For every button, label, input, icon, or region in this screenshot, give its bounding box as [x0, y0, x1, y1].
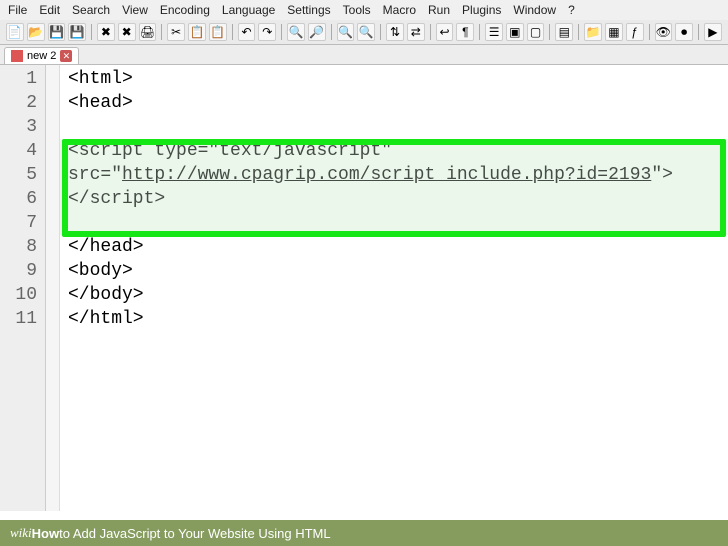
record-icon[interactable]: ⏺ [675, 23, 693, 41]
save-all-icon[interactable]: 💾 [68, 23, 86, 41]
code-line-11[interactable]: </html> [60, 307, 728, 331]
line-number: 8 [0, 235, 37, 259]
all-chars-icon[interactable]: ¶ [456, 23, 474, 41]
redo-icon[interactable]: ↷ [258, 23, 276, 41]
unfold-icon[interactable]: ▢ [527, 23, 545, 41]
toolbar-separator [161, 24, 162, 40]
toolbar-separator [549, 24, 550, 40]
toolbar: 📄📂💾💾✖✖🖨✂📋📋↶↷🔍🔎🔍🔍⇅⇄↩¶☰▣▢▤📁▦ƒ👁⏺▶ [0, 20, 728, 45]
caption-how: How [32, 526, 59, 541]
code-line-7[interactable] [60, 211, 728, 235]
menu-tools[interactable]: Tools [343, 3, 371, 17]
script-src-url: http://www.cpagrip.com/script_include.ph… [122, 165, 651, 185]
line-number: 3 [0, 115, 37, 139]
line-number-gutter: 1234567891011 [0, 65, 46, 511]
code-line-9[interactable]: <body> [60, 259, 728, 283]
code-area[interactable]: <html><head> <script type="text/javascrip… [60, 65, 728, 511]
line-number: 11 [0, 307, 37, 331]
menu-plugins[interactable]: Plugins [462, 3, 501, 17]
toolbar-separator [281, 24, 282, 40]
menu-bar: File Edit Search View Encoding Language Settin… [0, 0, 728, 20]
doc-map-icon[interactable]: ▦ [605, 23, 623, 41]
func-list-icon[interactable]: ƒ [626, 23, 644, 41]
menu-macro[interactable]: Macro [383, 3, 416, 17]
code-line-6[interactable]: </script> [60, 187, 728, 211]
line-number: 2 [0, 91, 37, 115]
toolbar-separator [698, 24, 699, 40]
open-file-icon[interactable]: 📂 [27, 23, 45, 41]
line-number: 9 [0, 259, 37, 283]
replace-icon[interactable]: 🔎 [308, 23, 326, 41]
toolbar-separator [649, 24, 650, 40]
folder-icon[interactable]: 📁 [584, 23, 602, 41]
code-line-8[interactable]: </head> [60, 235, 728, 259]
copy-icon[interactable]: 📋 [188, 23, 206, 41]
code-line-10[interactable]: </body> [60, 283, 728, 307]
close-all-icon[interactable]: ✖ [118, 23, 136, 41]
menu-settings[interactable]: Settings [287, 3, 330, 17]
menu-encoding[interactable]: Encoding [160, 3, 210, 17]
menu-q[interactable]: ? [568, 3, 575, 17]
toolbar-separator [430, 24, 431, 40]
menu-file[interactable]: File [8, 3, 27, 17]
line-number: 4 [0, 139, 37, 163]
caption-wiki: wiki [10, 525, 32, 541]
line-number: 1 [0, 67, 37, 91]
menu-edit[interactable]: Edit [39, 3, 60, 17]
code-line-3[interactable] [60, 115, 728, 139]
tab-label: new 2 [27, 50, 56, 62]
zoom-in-icon[interactable]: 🔍 [337, 23, 355, 41]
menu-language[interactable]: Language [222, 3, 275, 17]
toolbar-separator [331, 24, 332, 40]
close-tab-icon[interactable]: ✕ [60, 50, 72, 62]
code-line-4[interactable]: <script type="text/javascript" [60, 139, 728, 163]
print-icon[interactable]: 🖨 [139, 23, 157, 41]
line-number: 7 [0, 211, 37, 235]
sync-h-icon[interactable]: ⇄ [407, 23, 425, 41]
line-number: 5 [0, 163, 37, 187]
hide-lines-icon[interactable]: ▤ [555, 23, 573, 41]
wrap-icon[interactable]: ↩ [436, 23, 454, 41]
toolbar-separator [380, 24, 381, 40]
menu-run[interactable]: Run [428, 3, 450, 17]
save-icon[interactable]: 💾 [48, 23, 66, 41]
toolbar-separator [232, 24, 233, 40]
toolbar-separator [479, 24, 480, 40]
paste-icon[interactable]: 📋 [209, 23, 227, 41]
caption-rest: to Add JavaScript to Your Website Using … [59, 526, 330, 541]
line-number: 6 [0, 187, 37, 211]
cut-icon[interactable]: ✂ [167, 23, 185, 41]
zoom-out-icon[interactable]: 🔍 [357, 23, 375, 41]
file-icon [11, 50, 23, 62]
toolbar-separator [91, 24, 92, 40]
tab-new-2[interactable]: new 2 ✕ [4, 47, 79, 64]
fold-column [46, 65, 60, 511]
line-number: 10 [0, 283, 37, 307]
tab-bar: new 2 ✕ [0, 45, 728, 65]
editor-area: 1234567891011 <html><head> <script type="… [0, 65, 728, 511]
play-icon[interactable]: ▶ [704, 23, 722, 41]
sync-v-icon[interactable]: ⇅ [386, 23, 404, 41]
code-line-1[interactable]: <html> [60, 67, 728, 91]
menu-view[interactable]: View [122, 3, 148, 17]
menu-search[interactable]: Search [72, 3, 110, 17]
code-line-2[interactable]: <head> [60, 91, 728, 115]
close-icon[interactable]: ✖ [97, 23, 115, 41]
find-icon[interactable]: 🔍 [287, 23, 305, 41]
undo-icon[interactable]: ↶ [238, 23, 256, 41]
new-file-icon[interactable]: 📄 [6, 23, 24, 41]
fold-icon[interactable]: ▣ [506, 23, 524, 41]
indent-icon[interactable]: ☰ [485, 23, 503, 41]
code-line-5[interactable]: src="http://www.cpagrip.com/script_inclu… [60, 163, 728, 187]
monitor-icon[interactable]: 👁 [655, 23, 673, 41]
menu-window[interactable]: Window [513, 3, 556, 17]
toolbar-separator [578, 24, 579, 40]
caption-bar: wikiHow to Add JavaScript to Your Websit… [0, 520, 728, 546]
